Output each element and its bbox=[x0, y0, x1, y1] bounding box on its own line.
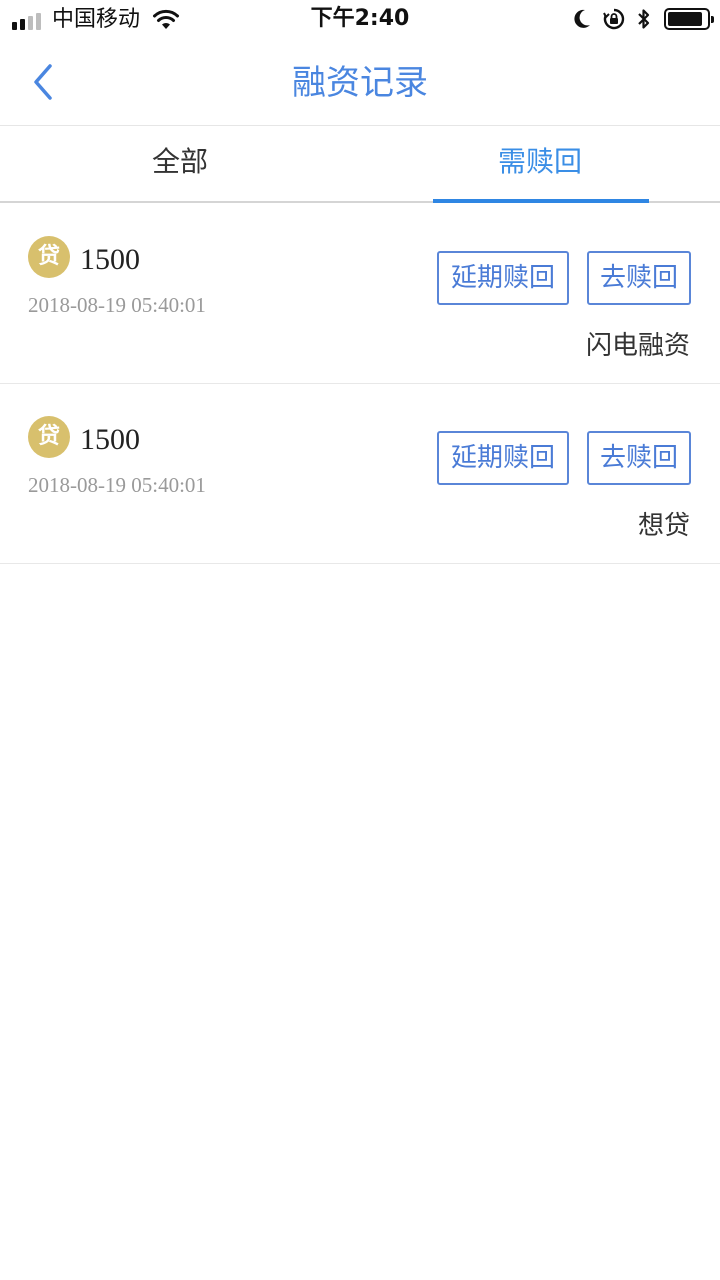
record-amount: 1500 bbox=[80, 243, 140, 276]
record-item: 贷 1500 2018-08-19 05:40:01 延期赎回 去赎回 闪电融资 bbox=[0, 204, 720, 384]
loan-badge-icon: 贷 bbox=[28, 416, 70, 458]
status-right bbox=[562, 7, 714, 31]
extend-redeem-button[interactable]: 延期赎回 bbox=[437, 251, 569, 305]
status-bar: 中国移动 下午2:40 bbox=[0, 0, 720, 40]
tab-bar: 全部 需赎回 bbox=[0, 127, 720, 203]
nav-bar: 融资记录 bbox=[0, 40, 720, 126]
rotation-lock-icon bbox=[603, 8, 625, 30]
battery-icon bbox=[664, 8, 714, 30]
record-datetime: 2018-08-19 05:40:01 bbox=[28, 293, 206, 317]
extend-redeem-button[interactable]: 延期赎回 bbox=[437, 431, 569, 485]
record-platform: 闪电融资 bbox=[585, 331, 690, 361]
record-platform: 想贷 bbox=[637, 511, 690, 541]
tab-all[interactable]: 全部 bbox=[0, 127, 360, 203]
bluetooth-icon bbox=[638, 9, 650, 29]
back-chevron-icon[interactable] bbox=[24, 60, 64, 104]
moon-icon bbox=[574, 9, 590, 28]
go-redeem-button[interactable]: 去赎回 bbox=[587, 251, 691, 305]
tab-need-redeem[interactable]: 需赎回 bbox=[360, 127, 720, 203]
active-tab-indicator bbox=[433, 199, 649, 203]
page-title: 融资记录 bbox=[292, 63, 428, 103]
go-redeem-button[interactable]: 去赎回 bbox=[587, 431, 691, 485]
loan-badge-icon: 贷 bbox=[28, 236, 70, 278]
record-datetime: 2018-08-19 05:40:01 bbox=[28, 473, 206, 497]
record-item: 贷 1500 2018-08-19 05:40:01 延期赎回 去赎回 想贷 bbox=[0, 384, 720, 564]
record-amount: 1500 bbox=[80, 423, 140, 456]
